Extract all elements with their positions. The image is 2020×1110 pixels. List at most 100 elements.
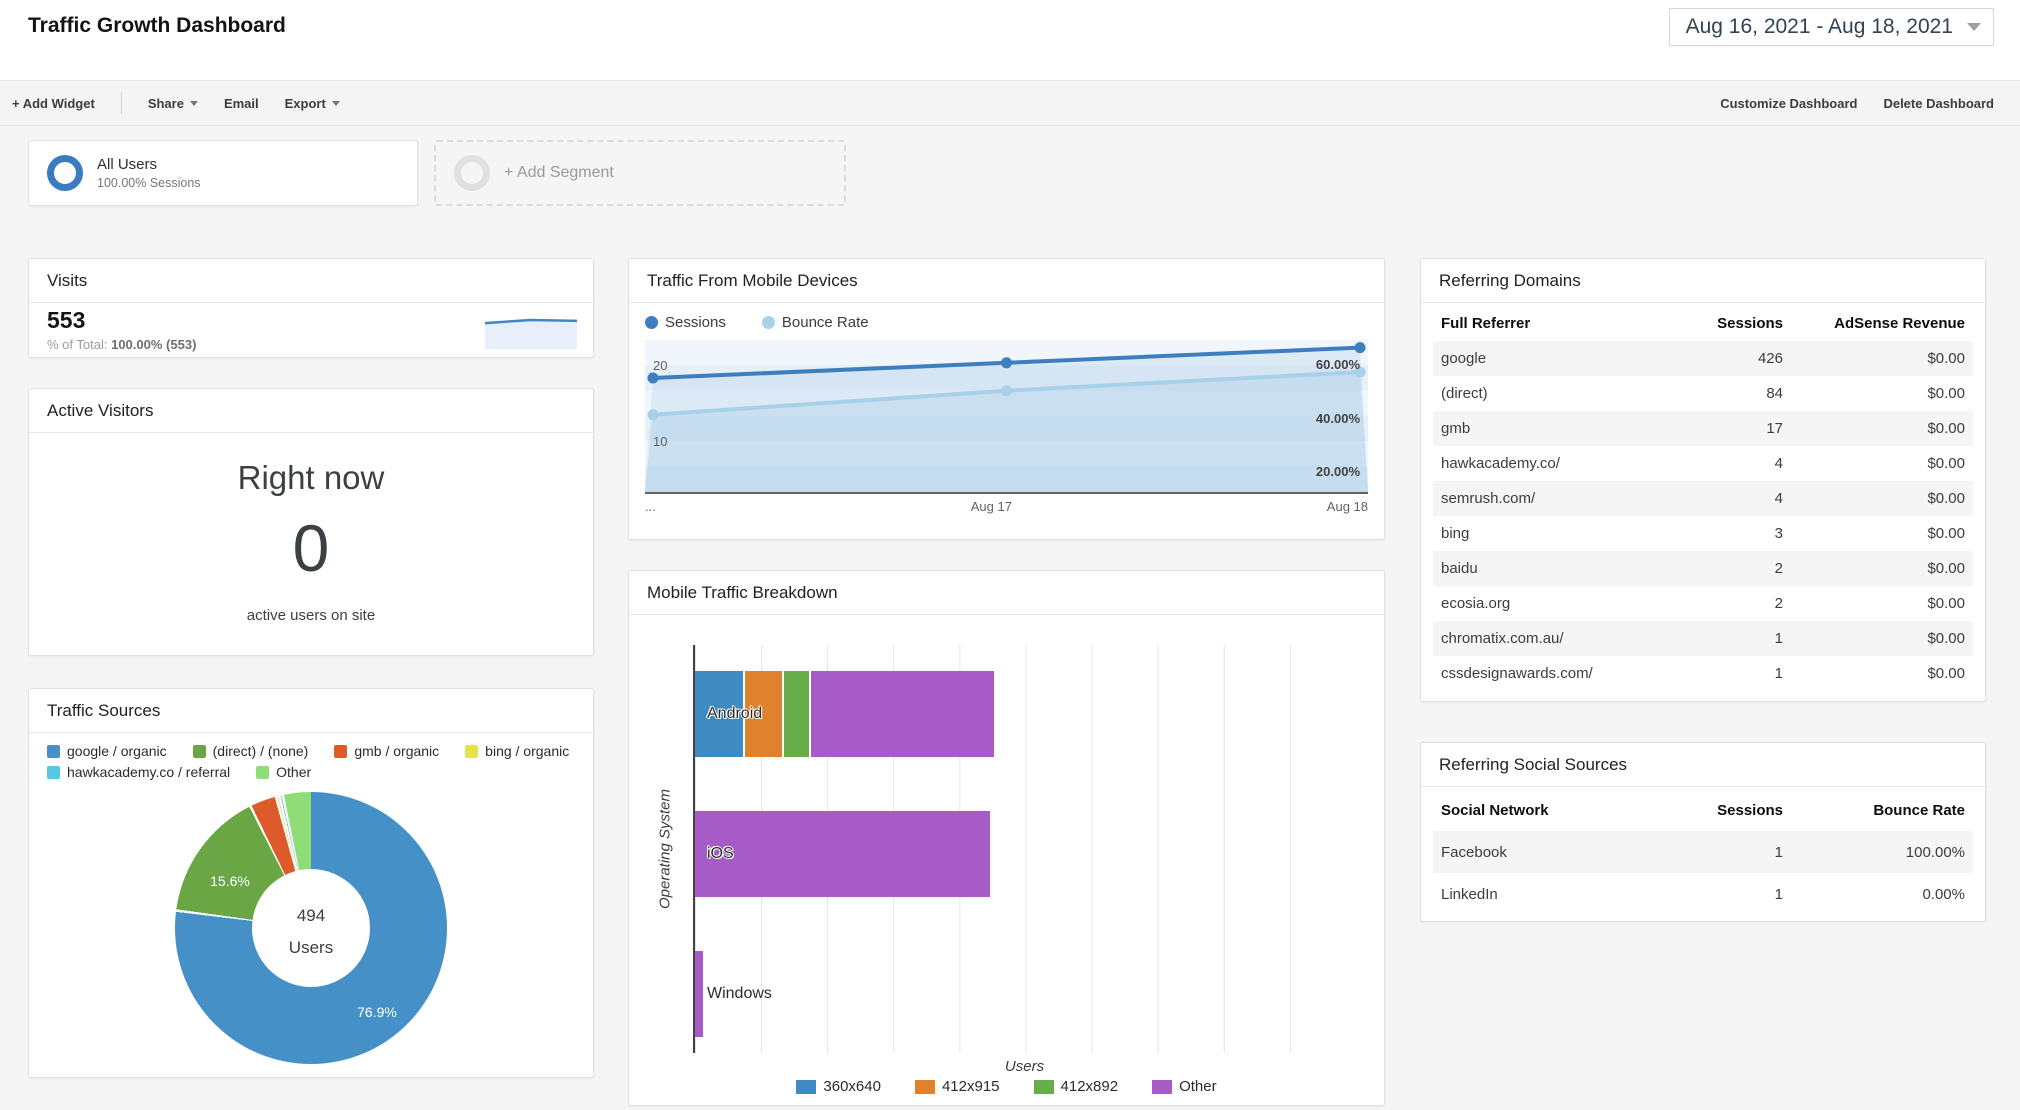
delete-dashboard-button[interactable]: Delete Dashboard: [1883, 96, 1994, 111]
legend-swatch: [465, 744, 479, 758]
legend-item: 412x915: [914, 1078, 1000, 1095]
right-axis-tick: 40.00%: [1315, 410, 1360, 426]
table-cell: (direct): [1441, 385, 1488, 402]
right-axis-tick: 60.00%: [1315, 357, 1360, 373]
add-segment-button[interactable]: + Add Segment: [434, 140, 846, 206]
legend-swatch: [256, 765, 270, 779]
table-cell: 1: [1774, 843, 1783, 861]
table-row: Facebook 1 100.00%: [1433, 831, 1973, 873]
table-cell: 4: [1774, 490, 1783, 507]
table-cell: chromatix.com.au/: [1441, 630, 1564, 647]
table-cell: $0.00: [1927, 525, 1965, 542]
visits-percent-of-total: % of Total: 100.00% (553): [47, 337, 196, 352]
table-row: baidu 2 $0.00: [1433, 551, 1973, 586]
legend-item: bing / organic: [465, 743, 569, 759]
legend-item: 412x892: [1033, 1078, 1118, 1095]
legend-swatch: [334, 744, 348, 758]
table-cell: 100.00%: [1905, 843, 1965, 861]
table-row: bing 3 $0.00: [1433, 516, 1973, 551]
widget-referring-domains: Referring Domains Full Referrer Sessions A…: [1420, 258, 1986, 702]
y-axis-label: Operating System: [656, 788, 674, 910]
table-cell: bing: [1441, 525, 1470, 542]
table-row: google 426 $0.00: [1433, 341, 1973, 376]
bar-segment-412x892: [784, 671, 811, 757]
widget-active-visitors: Active Visitors Right now 0 active users…: [28, 388, 594, 656]
donut-center-label: Users: [288, 938, 334, 957]
add-segment-label: + Add Segment: [504, 164, 614, 181]
traffic-sources-legend: google / organic (direct) / (none) gmb / o…: [29, 733, 593, 782]
table-cell: 2: [1774, 560, 1783, 577]
bar-category-label: iOS: [707, 845, 734, 862]
bar-windows: Windows: [695, 951, 1356, 1037]
percent-label: % of Total:: [47, 337, 108, 352]
bar-segment-Other: [810, 671, 996, 757]
widget-title: Visits: [29, 259, 593, 303]
widget-title: Referring Social Sources: [1421, 743, 1985, 787]
traffic-sources-chart[interactable]: 76.9% 15.6% 494 Users: [29, 782, 593, 1078]
table-cell: hawkacademy.co/: [1441, 455, 1560, 472]
right-axis-tick: 20.00%: [1315, 464, 1360, 479]
chevron-down-icon: [331, 100, 340, 106]
legend-item: Other: [256, 764, 311, 780]
legend-item: Other: [1152, 1078, 1217, 1095]
add-widget-button[interactable]: + Add Widget: [12, 96, 95, 111]
chevron-down-icon: [189, 100, 198, 106]
bar-segment-Other: [695, 951, 705, 1037]
table-cell: 1: [1774, 665, 1783, 682]
table-cell: 1: [1774, 630, 1783, 647]
left-axis-tick: 20: [653, 358, 668, 374]
table-cell: gmb: [1441, 420, 1471, 437]
table-cell: 2: [1774, 595, 1783, 612]
right-now-heading: Right now: [237, 459, 385, 496]
email-button[interactable]: Email: [224, 96, 259, 111]
segment-ring-icon: [47, 155, 83, 191]
segment-all-users[interactable]: All Users 100.00% Sessions: [28, 140, 418, 206]
export-button[interactable]: Export: [285, 96, 340, 111]
left-axis-tick: 10: [653, 434, 668, 450]
table-cell: cssdesignawards.com/: [1441, 665, 1593, 682]
slice-label-direct: 15.6%: [210, 873, 250, 889]
widget-title: Active Visitors: [29, 389, 593, 433]
column-header: Sessions: [1717, 801, 1783, 819]
customize-dashboard-button[interactable]: Customize Dashboard: [1720, 96, 1857, 111]
column-header: Bounce Rate: [1873, 801, 1965, 819]
segment-ring-icon: [454, 155, 490, 191]
bar-category-label: Android: [707, 705, 763, 722]
legend-swatch: [1033, 1079, 1054, 1094]
table-cell: 84: [1766, 385, 1783, 402]
widget-mobile-breakdown: Mobile Traffic Breakdown Operating Syste…: [628, 570, 1385, 1106]
dashboard-page: Traffic Growth Dashboard Aug 16, 2021 - …: [0, 0, 2020, 1110]
legend-item: google / organic: [47, 743, 167, 759]
share-button[interactable]: Share: [148, 96, 198, 111]
breakdown-plot[interactable]: Android iOS Windows: [693, 645, 1356, 1053]
legend-item-bounce-rate: Bounce Rate: [761, 314, 869, 331]
sessions-legend-dot: [645, 316, 658, 329]
table-cell: $0.00: [1927, 665, 1965, 682]
legend-item: gmb / organic: [334, 743, 439, 759]
legend-label: Other: [276, 764, 312, 780]
date-range-picker[interactable]: Aug 16, 2021 - Aug 18, 2021: [1668, 8, 1994, 46]
mobile-devices-plot[interactable]: 20 10 60.00% 40.00% 20.00%: [645, 340, 1368, 492]
percent-value: 100.00%: [111, 337, 163, 352]
toolbar-right: Customize Dashboard Delete Dashboard: [1720, 96, 1994, 111]
legend-item-sessions: Sessions: [645, 314, 726, 331]
table-row: (direct) 84 $0.00: [1433, 376, 1973, 411]
table-cell: 0.00%: [1922, 885, 1965, 903]
dashboard-toolbar: + Add Widget Share Email Export Customiz…: [0, 80, 2020, 126]
visits-body: 553 % of Total: 100.00% (553): [29, 303, 593, 357]
legend-swatch: [796, 1079, 817, 1094]
visits-sparkline-chart[interactable]: [483, 315, 579, 349]
segment-title: All Users: [97, 156, 158, 173]
donut-center-value: 494: [296, 906, 326, 925]
column-header: Social Network: [1441, 801, 1549, 819]
table-cell: $0.00: [1927, 455, 1965, 472]
percent-total: (553): [166, 337, 197, 352]
table-cell: LinkedIn: [1441, 885, 1498, 903]
mobile-devices-x-axis: ... Aug 17 Aug 18: [645, 492, 1368, 514]
table-row: LinkedIn 1 0.00%: [1433, 873, 1973, 915]
bounce-rate-legend-label: Bounce Rate: [781, 314, 869, 331]
table-cell: $0.00: [1927, 630, 1965, 647]
bar-android: Android: [695, 671, 1356, 757]
sessions-legend-label: Sessions: [665, 314, 726, 331]
legend-label: hawkacademy.co / referral: [67, 764, 231, 780]
